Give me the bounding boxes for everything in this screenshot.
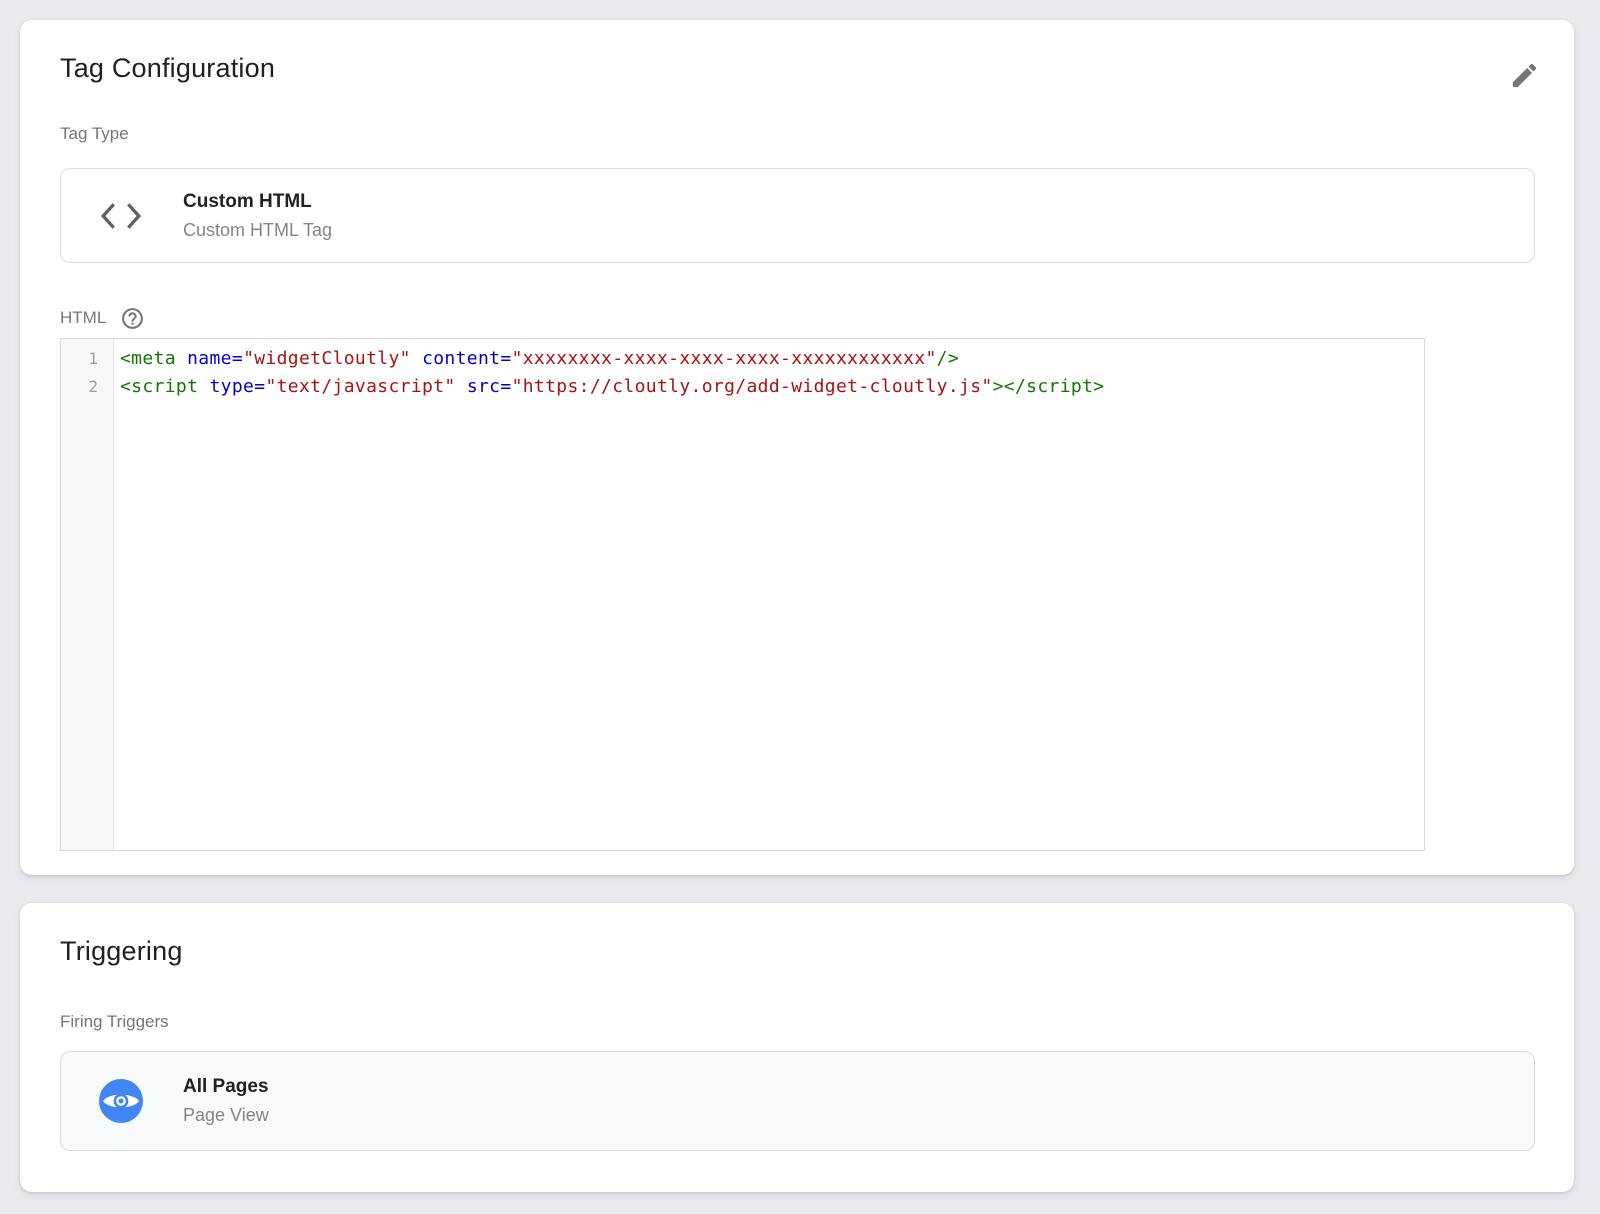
code-brackets-icon [99, 201, 143, 231]
triggering-title: Triggering [60, 936, 183, 967]
html-label: HTML [60, 308, 106, 328]
triggering-card: Triggering Firing Triggers All Pages Pag… [20, 903, 1574, 1192]
edit-tag-configuration-button[interactable] [1502, 53, 1546, 97]
trigger-name: All Pages [183, 1076, 269, 1098]
tag-type-description: Custom HTML Tag [183, 220, 332, 241]
trigger-row-all-pages[interactable]: All Pages Page View [60, 1051, 1535, 1151]
tag-type-label: Tag Type [60, 124, 129, 144]
tag-type-card[interactable]: Custom HTML Custom HTML Tag [60, 168, 1535, 263]
tag-configuration-card: Tag Configuration Tag Type Custom HTML C… [20, 20, 1574, 875]
help-circle-icon [120, 306, 145, 331]
line-number: 1 [61, 345, 98, 373]
line-number: 2 [61, 373, 98, 401]
trigger-type: Page View [183, 1105, 269, 1126]
pencil-icon [1509, 60, 1540, 91]
gtm-tag-editor-page: Tag Configuration Tag Type Custom HTML C… [0, 0, 1600, 1214]
tag-type-name: Custom HTML [183, 191, 332, 213]
html-field-header: HTML [60, 305, 145, 331]
page-view-eye-icon [99, 1079, 143, 1123]
editor-code-area[interactable]: <meta name="widgetCloutly" content="xxxx… [114, 339, 1424, 850]
code-line: <script type="text/javascript" src="http… [120, 373, 1424, 401]
editor-line-numbers: 12 [61, 339, 114, 850]
html-code-editor[interactable]: 12 <meta name="widgetCloutly" content="x… [60, 338, 1425, 851]
firing-triggers-label: Firing Triggers [60, 1012, 169, 1032]
tag-configuration-title: Tag Configuration [60, 53, 275, 84]
html-help-button[interactable] [119, 305, 145, 331]
code-line: <meta name="widgetCloutly" content="xxxx… [120, 345, 1424, 373]
